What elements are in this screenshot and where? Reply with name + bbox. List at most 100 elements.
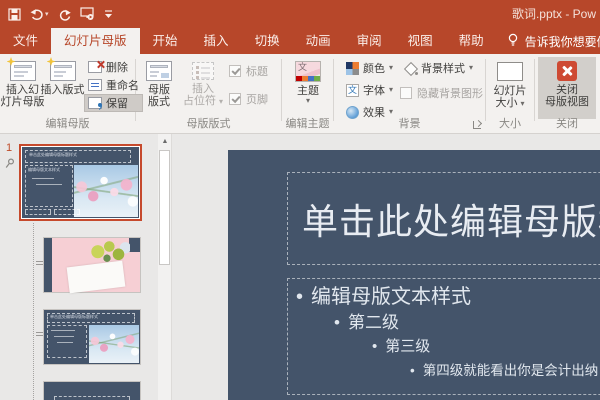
dropdown-caret-icon: ▾ bbox=[305, 96, 310, 105]
thumbnail-slide-master[interactable]: 单击此处编辑母版标题样式 编辑母版文本样式 bbox=[19, 144, 142, 221]
title-checkbox: 标题 bbox=[229, 63, 268, 79]
dropdown-caret-icon: ▾ bbox=[520, 99, 525, 108]
delete-button[interactable]: 删除 bbox=[84, 58, 143, 76]
tab-home[interactable]: 开始 bbox=[140, 28, 191, 54]
insert-layout-icon bbox=[46, 57, 76, 81]
rename-icon bbox=[88, 79, 102, 91]
thumbnail-layout-pink[interactable] bbox=[43, 237, 141, 294]
edit-master-small-buttons: 删除 重命名 保留 bbox=[84, 58, 143, 112]
slide-size-icon bbox=[497, 62, 523, 81]
thumb-footer-placeholder bbox=[25, 209, 51, 215]
thumbnail-layout-partial[interactable] bbox=[43, 381, 141, 400]
group-master-layout: 母版 版式 插入 占位符 ▾ 标题 页脚 母版版式 bbox=[136, 54, 281, 133]
tab-help[interactable]: 帮助 bbox=[446, 28, 497, 54]
thumb-body-placeholder bbox=[47, 325, 87, 358]
ribbon-tab-row: 文件 幻灯片母版 开始 插入 切换 动画 审阅 视图 帮助 告诉我你想要做什么 bbox=[0, 28, 600, 54]
thumbnail-layout-navy[interactable]: 单击此处编辑母版标题样式 bbox=[43, 309, 141, 365]
tab-insert[interactable]: 插入 bbox=[191, 28, 242, 54]
ribbon: 插入幻 灯片母版 插入版式 删除 重命名 保留 编辑母版 母版 版式 插入 占位… bbox=[0, 54, 600, 134]
fonts-button[interactable]: 文 字体 ▾ bbox=[342, 81, 397, 99]
title-placeholder[interactable]: 单击此处编辑母版标题样式 bbox=[287, 172, 600, 265]
close-master-view-icon bbox=[557, 61, 577, 81]
layout-marker-icon bbox=[36, 261, 43, 265]
thumb-flower-photo bbox=[74, 165, 138, 217]
preserve-button[interactable]: 保留 bbox=[84, 94, 143, 112]
scroll-up-icon[interactable]: ▲ bbox=[158, 134, 172, 149]
undo-icon[interactable]: ▾ bbox=[30, 4, 49, 24]
slide-master-surface[interactable]: 单击此处编辑母版标题样式 •编辑母版文本样式 •第二级 •第三级 •第四级就能看… bbox=[228, 150, 600, 400]
layout-hierarchy-line bbox=[33, 223, 34, 400]
close-master-view-button[interactable]: 关闭 母版视图 bbox=[538, 57, 596, 119]
group-label-master-layout: 母版版式 bbox=[186, 118, 231, 130]
start-slideshow-icon[interactable] bbox=[79, 4, 95, 24]
group-size: 幻灯片 大小 ▾ 大小 bbox=[486, 54, 534, 133]
thumbnail-scrollbar[interactable]: ▲ bbox=[158, 134, 172, 400]
tab-transitions[interactable]: 切换 bbox=[242, 28, 293, 54]
insert-slide-master-icon bbox=[6, 57, 36, 81]
background-styles-button[interactable]: 背景样式 ▾ bbox=[400, 59, 483, 77]
rename-button[interactable]: 重命名 bbox=[84, 76, 143, 94]
window-title: 歌词.pptx - Pow bbox=[511, 7, 596, 21]
hide-background-graphics-box bbox=[400, 87, 412, 99]
slide-number: 1 bbox=[6, 142, 13, 154]
group-label-edit-theme: 编辑主题 bbox=[285, 118, 330, 130]
title-checkbox-box bbox=[229, 65, 241, 77]
background-styles-icon bbox=[404, 62, 418, 75]
group-label-size: 大小 bbox=[499, 118, 521, 130]
insert-layout-button[interactable]: 插入版式 bbox=[41, 57, 85, 96]
group-label-background: 背景 bbox=[398, 118, 421, 130]
title-placeholder-text: 单击此处编辑母版标题样式 bbox=[302, 200, 600, 242]
quick-access-toolbar: ▾ bbox=[0, 4, 113, 24]
bullet-level-1: • 编辑母版文本样式 bbox=[296, 286, 472, 308]
master-layout-checkboxes: 标题 页脚 bbox=[229, 63, 268, 107]
scrollbar-thumb[interactable] bbox=[159, 150, 170, 265]
layout-marker-icon bbox=[36, 332, 43, 336]
insert-placeholder-icon bbox=[192, 62, 214, 80]
themes-button[interactable]: 文 主题 ▾ bbox=[288, 57, 328, 105]
tab-review[interactable]: 审阅 bbox=[344, 28, 395, 54]
bullet-level-2: • 第二级 bbox=[334, 313, 399, 332]
powerpoint-window: ▾ 歌词.pptx - Pow 文件 幻灯片母版 开始 插入 切换 动画 审阅 … bbox=[0, 0, 600, 400]
slide-canvas: 单击此处编辑母版标题样式 •编辑母版文本样式 •第二级 •第三级 •第四级就能看… bbox=[172, 134, 600, 400]
colors-icon bbox=[346, 61, 359, 75]
insert-placeholder-button: 插入 占位符 ▾ bbox=[182, 57, 224, 107]
master-layout-button[interactable]: 母版 版式 bbox=[140, 57, 178, 108]
titlebar: ▾ 歌词.pptx - Pow bbox=[0, 0, 600, 28]
colors-button[interactable]: 颜色 ▾ bbox=[342, 59, 397, 77]
dropdown-caret-icon: ▾ bbox=[389, 63, 394, 72]
save-icon[interactable] bbox=[8, 4, 21, 24]
thumb-flower-art bbox=[84, 240, 130, 266]
dropdown-caret-icon: ▾ bbox=[469, 63, 474, 72]
preserved-pin-icon bbox=[5, 156, 15, 174]
thumb-title-placeholder: 单击此处编辑母版标题样式 bbox=[47, 313, 135, 323]
undo-dropdown-icon[interactable]: ▾ bbox=[45, 10, 49, 18]
tab-slide-master[interactable]: 幻灯片母版 bbox=[51, 28, 140, 54]
slide-size-button[interactable]: 幻灯片 大小 ▾ bbox=[490, 57, 530, 109]
thumb-flower-photo bbox=[89, 325, 139, 363]
tab-animations[interactable]: 动画 bbox=[293, 28, 344, 54]
thumb-footer-placeholder bbox=[54, 209, 80, 215]
body-placeholder[interactable]: • 编辑母版文本样式 • 第二级 • 第三级 • 第四级就能看出你是会计出纳 bbox=[287, 278, 600, 395]
group-edit-theme: 文 主题 ▾ 编辑主题 bbox=[282, 54, 333, 133]
redo-icon[interactable] bbox=[58, 4, 71, 24]
dropdown-caret-icon: ▾ bbox=[219, 97, 224, 106]
insert-slide-master-button[interactable]: 插入幻 灯片母版 bbox=[1, 57, 45, 108]
master-layout-icon bbox=[146, 61, 172, 81]
group-label-close: 关闭 bbox=[556, 118, 578, 130]
hide-background-graphics-checkbox: 隐藏背景图形 bbox=[400, 85, 483, 101]
tell-me-label: 告诉我你想要做什么 bbox=[524, 34, 600, 49]
tab-view[interactable]: 视图 bbox=[395, 28, 446, 54]
delete-icon bbox=[88, 61, 102, 73]
footer-checkbox: 页脚 bbox=[229, 91, 268, 107]
tell-me-box[interactable]: 告诉我你想要做什么 bbox=[499, 28, 600, 54]
fonts-icon: 文 bbox=[346, 83, 359, 97]
tab-file[interactable]: 文件 bbox=[0, 28, 51, 54]
bullet-level-4: • 第四级就能看出你是会计出纳 bbox=[410, 363, 599, 378]
slide-thumbnail-panel: 1 单击此处编辑母版标题样式 编辑母版文本样式 单击此处编辑母版标题样式 bbox=[0, 134, 158, 400]
customize-qat-icon[interactable] bbox=[104, 4, 113, 24]
thumb-title-placeholder: 单击此处编辑母版标题样式 bbox=[25, 150, 131, 163]
lightbulb-icon bbox=[507, 33, 519, 50]
thumb-body-placeholder: 编辑母版文本样式 bbox=[25, 165, 73, 207]
background-dialog-launcher-icon[interactable] bbox=[473, 121, 481, 129]
group-label-edit-master: 编辑母版 bbox=[45, 118, 90, 130]
